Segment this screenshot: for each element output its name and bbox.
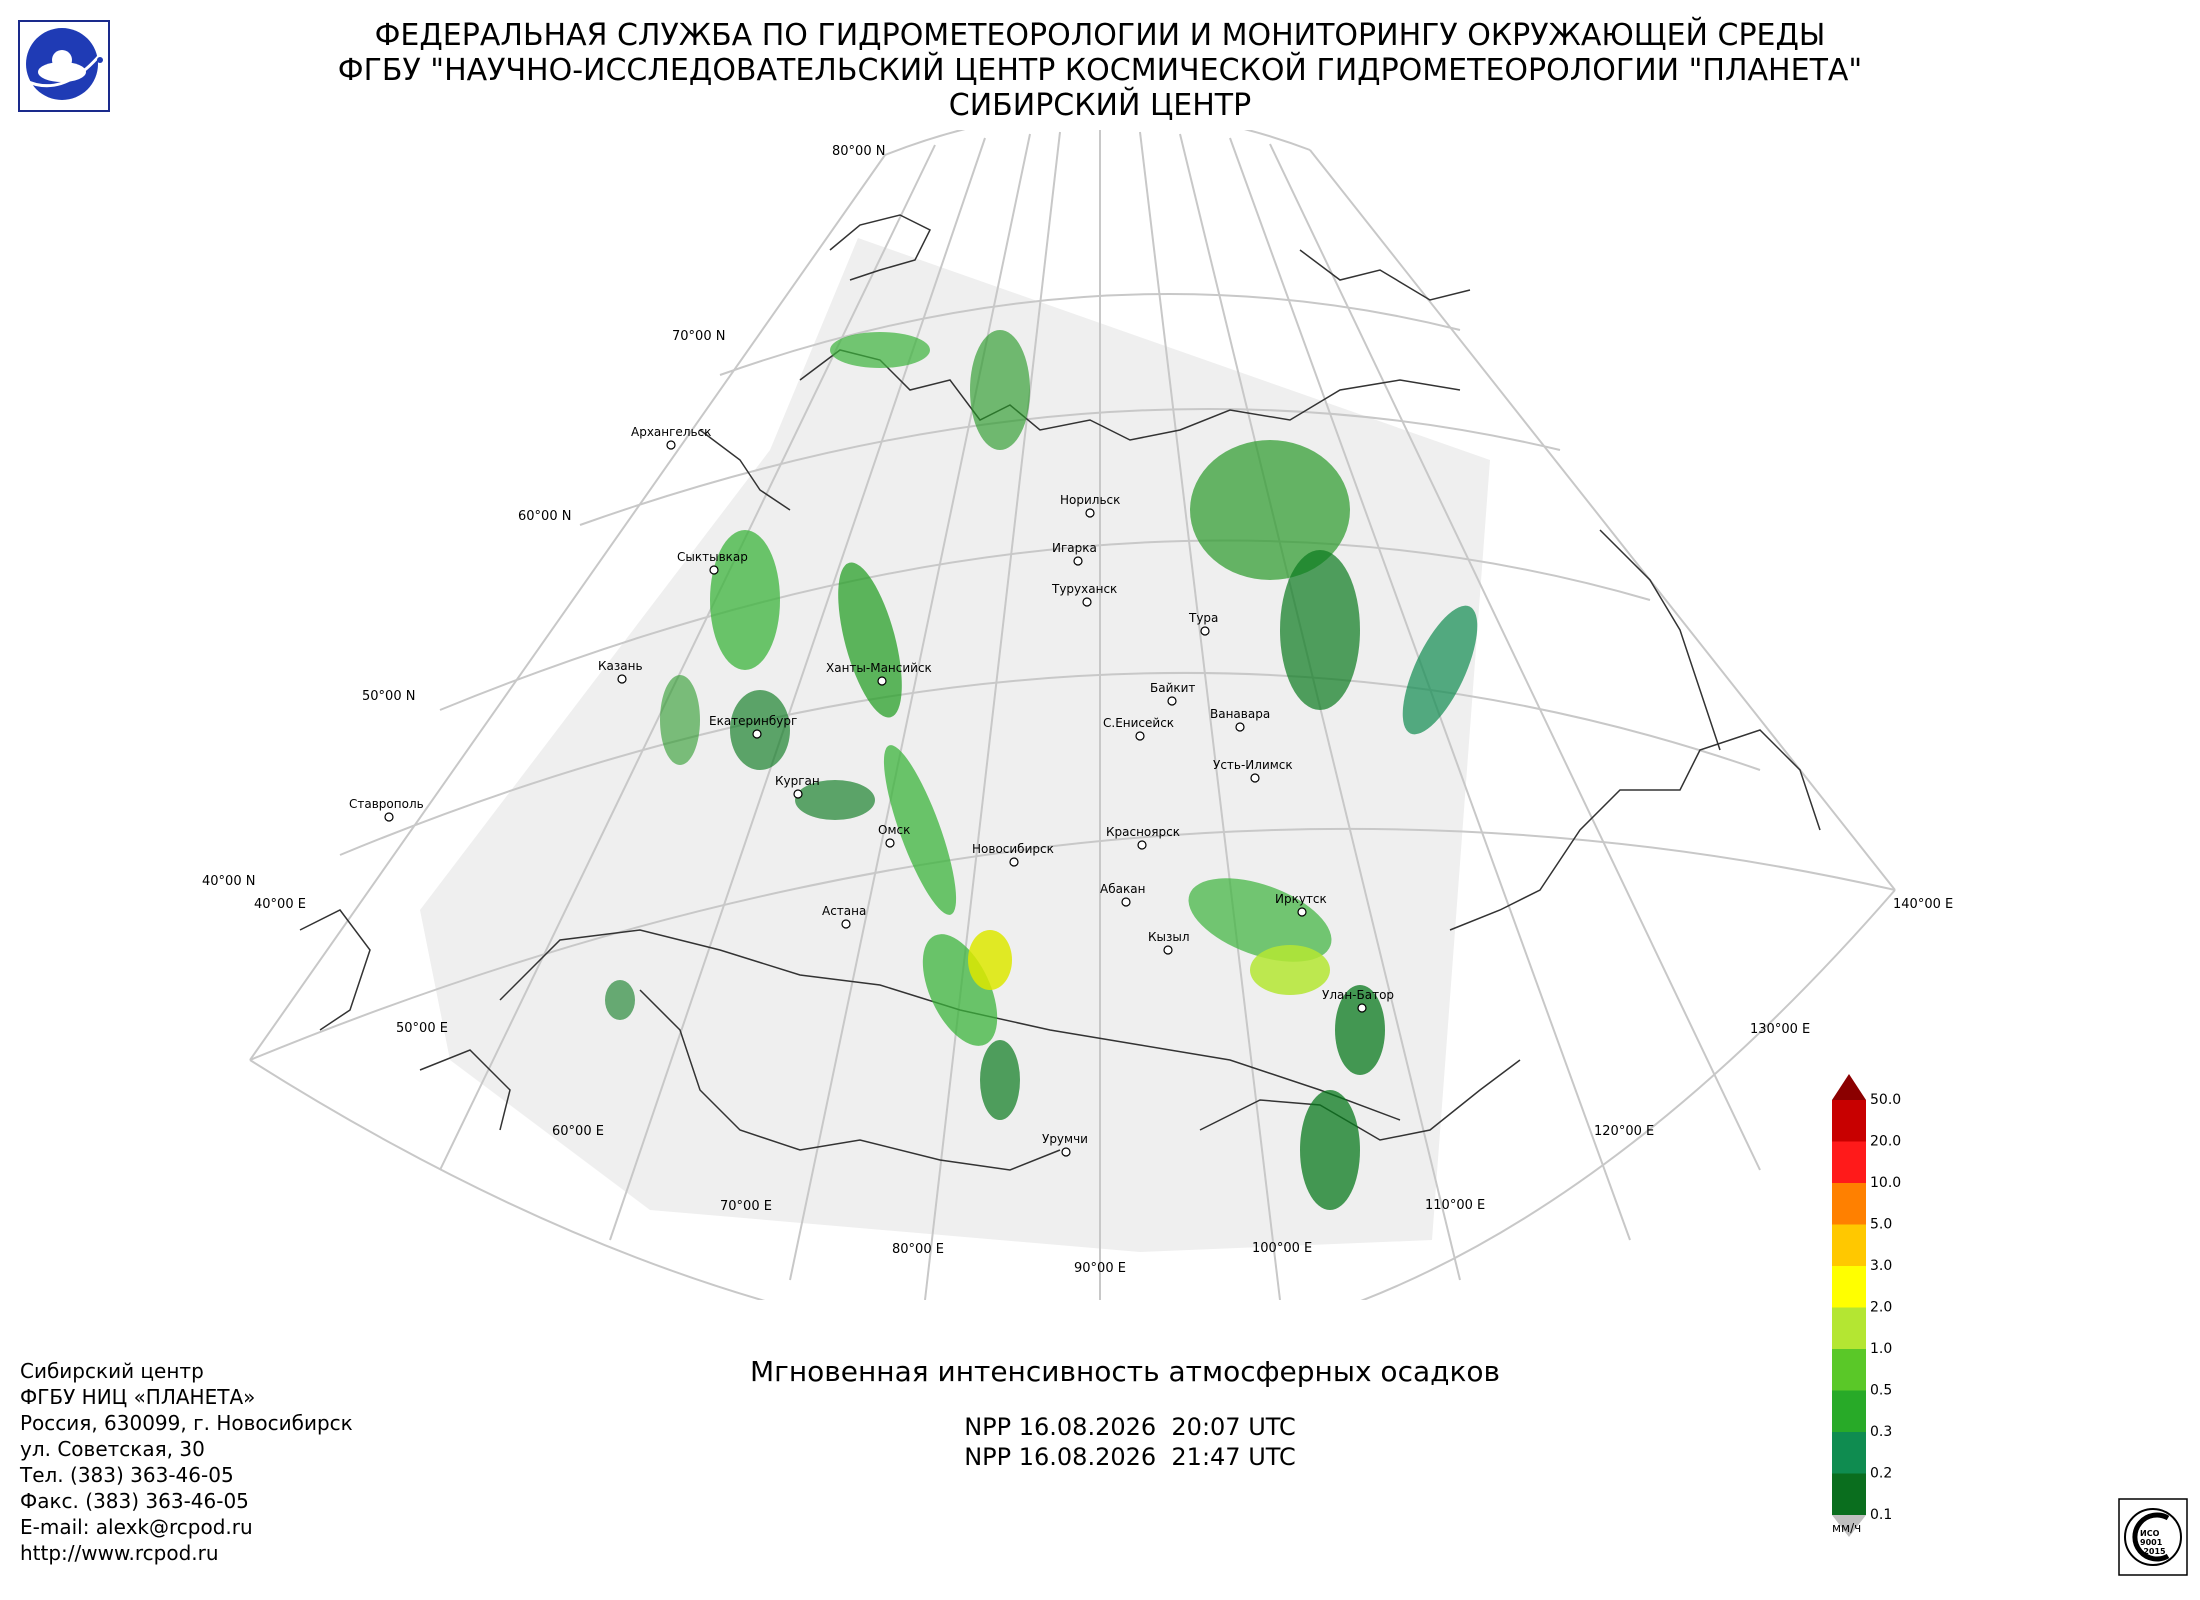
header-line-3: СИБИРСКИЙ ЦЕНТР [948,88,1252,123]
city-label: Норильск [1060,493,1120,507]
precip-patch [1300,1090,1360,1210]
svg-text:9001: 9001 [2140,1538,2163,1547]
city-label: Усть-Илимск [1213,758,1293,772]
city-label: Ханты-Мансийск [826,661,932,675]
precip-patch [970,330,1030,450]
legend-level-label: 50.0 [1870,1092,1901,1108]
legend-swatch [1832,1473,1866,1515]
iso-9001-certification-seal-icon: ИСО 9001 -2015 [2118,1498,2188,1576]
precip-patch [1280,550,1360,710]
legend-level-label: 1.0 [1870,1341,1892,1357]
contact-email[interactable]: E-mail: alexk@rcpod.ru [20,1514,353,1540]
legend-swatch [1832,1349,1866,1391]
lat-label: 60°00 N [518,509,571,524]
lon-label: 60°00 E [552,1124,604,1139]
precip-patch [730,690,790,770]
lon-label: 140°00 E [1893,897,1953,912]
city-label: Улан-Батор [1322,988,1394,1002]
lon-label: 130°00 E [1750,1022,1810,1037]
legend-level-label: 0.3 [1870,1424,1892,1440]
legend-level-label: 0.2 [1870,1466,1892,1482]
city-label: Кызыл [1148,930,1190,944]
city-label: Астана [822,904,866,918]
legend-swatch [1832,1100,1866,1142]
legend-level-label: 0.1 [1870,1507,1892,1523]
legend-level-label: 20.0 [1870,1134,1901,1150]
city-label: Ставрополь [349,797,424,811]
pass-line: NPP 16.08.2026 20:07 UTC [964,1413,1296,1441]
legend-level-label: 0.5 [1870,1383,1892,1399]
header-line-1: ФЕДЕРАЛЬНАЯ СЛУЖБА ПО ГИДРОМЕТЕОРОЛОГИИ … [374,18,1826,53]
city-label: Новосибирск [972,842,1054,856]
svg-text:ИСО: ИСО [2140,1529,2160,1538]
contact-line: Россия, 630099, г. Новосибирск [20,1411,353,1435]
precip-patch [605,980,635,1020]
lon-label: 120°00 E [1594,1124,1654,1139]
planeta-logo-icon [18,20,110,112]
legend-swatch [1832,1432,1866,1474]
contact-line: Факс. (383) 363-46-05 [20,1489,249,1513]
city-label: Туруханск [1051,582,1117,596]
precip-patch [968,930,1012,990]
city-label: Байкит [1150,681,1195,695]
city-label: Тура [1188,611,1218,625]
lon-label: 70°00 E [720,1199,772,1214]
lon-label: 90°00 E [1074,1261,1126,1276]
city-label: Архангельск [631,425,711,439]
contact-line: ул. Советская, 30 [20,1437,205,1461]
header-line-2: ФГБУ "НАУЧНО-ИССЛЕДОВАТЕЛЬСКИЙ ЦЕНТР КОС… [337,53,1863,88]
contact-line: Сибирский центр [20,1359,204,1383]
lon-label: 100°00 E [1252,1241,1312,1256]
satellite-passes: NPP 16.08.2026 20:07 UTC NPP 16.08.2026 2… [880,1412,1380,1472]
city-label: Сыктывкар [677,550,748,564]
city-label: Курган [775,774,820,788]
legend-swatch [1832,1266,1866,1308]
contact-line: Тел. (383) 363-46-05 [20,1463,234,1487]
lon-label: 80°00 E [892,1242,944,1257]
city-label: Урумчи [1042,1132,1088,1146]
lat-label: 40°00 N [202,874,255,889]
svg-text:-2015: -2015 [2140,1547,2166,1556]
legend-unit: мм/ч [1832,1521,1861,1535]
lon-label: 40°00 E [254,897,306,912]
precip-patch [980,1040,1020,1120]
pass-line: NPP 16.08.2026 21:47 UTC [964,1443,1296,1471]
city-label: Омск [878,823,910,837]
city-label: Красноярск [1106,825,1180,839]
city-label: Иркутск [1275,892,1327,906]
city-label: Игарка [1052,541,1097,555]
contact-line: ФГБУ НИЦ «ПЛАНЕТА» [20,1385,256,1409]
legend-labels: 50.0 20.0 10.0 5.0 3.0 2.0 1.0 0.5 0.3 0.2 0.1 [1870,1092,1901,1523]
lon-label: 110°00 E [1425,1198,1485,1213]
legend-arrow-top [1832,1074,1866,1100]
legend-colorbar [1832,1074,1866,1537]
city-label: Екатеринбург [709,714,797,728]
contact-block: Сибирский центр ФГБУ НИЦ «ПЛАНЕТА» Росси… [20,1358,353,1566]
legend-level-label: 5.0 [1870,1217,1892,1233]
legend-swatch [1832,1390,1866,1432]
contact-website-link[interactable]: http://www.rcpod.ru [20,1540,353,1566]
legend-swatch [1832,1224,1866,1266]
precip-patch [1250,945,1330,995]
product-title: Мгновенная интенсивность атмосферных оса… [749,1355,1501,1388]
lat-label: 50°00 N [362,689,415,704]
lat-label: 80°00 N [832,144,885,159]
precip-patch [660,675,700,765]
legend-swatch [1832,1141,1866,1183]
lon-label: 50°00 E [396,1021,448,1036]
city-label: Абакан [1100,882,1145,896]
legend-level-label: 10.0 [1870,1175,1901,1191]
city-label: Ванавара [1210,707,1270,721]
lat-label: 70°00 N [672,329,725,344]
precip-patch [830,332,930,368]
city-label: С.Енисейск [1103,716,1174,730]
legend-swatch [1832,1183,1866,1225]
legend-level-label: 2.0 [1870,1300,1892,1316]
precipitation-legend: 50.0 20.0 10.0 5.0 3.0 2.0 1.0 0.5 0.3 0.2 0.1 мм/… [1832,1074,1901,1537]
legend-swatch [1832,1307,1866,1349]
page-header: ФЕДЕРАЛЬНАЯ СЛУЖБА ПО ГИДРОМЕТЕОРОЛОГИИ … [180,18,2020,123]
city-label: Казань [598,659,643,673]
legend-level-label: 3.0 [1870,1258,1892,1274]
